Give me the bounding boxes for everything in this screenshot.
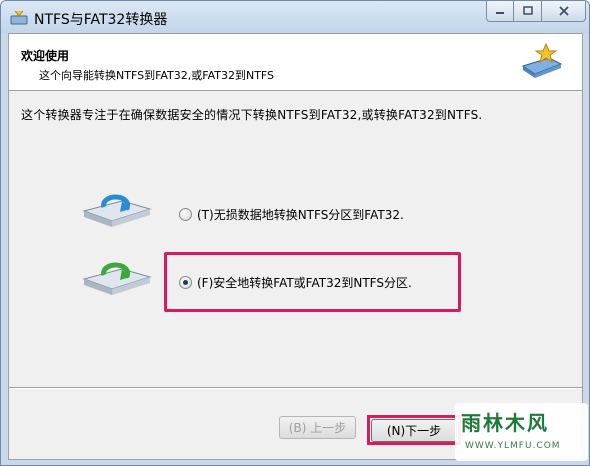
minimize-icon — [496, 12, 504, 14]
close-button[interactable] — [542, 1, 586, 22]
close-icon — [558, 6, 569, 16]
back-button[interactable]: (B) 上一步 — [279, 416, 356, 439]
footer-separator — [9, 387, 582, 389]
maximize-icon — [522, 6, 533, 15]
watermark-text: 雨林木风 — [461, 411, 549, 435]
description-text: 这个转换器专注于在确保数据安全的情况下转换NTFS到FAT32,或转换FAT32… — [21, 108, 483, 122]
minimize-button[interactable] — [486, 1, 514, 22]
option-fat-to-ntfs[interactable]: (F)安全地转换FAT或FAT32到NTFS分区. — [179, 274, 412, 291]
title-bar[interactable]: NTFS与FAT32转换器 — [1, 1, 589, 33]
header-title: 欢迎使用 — [21, 49, 70, 63]
drive-convert-icon-blue — [82, 194, 152, 227]
maximize-button[interactable] — [514, 1, 542, 22]
watermark-url: WWW.YLMFU.COM — [465, 441, 561, 451]
next-button[interactable]: (N)下一步 — [371, 419, 457, 442]
option-label: (F)安全地转换FAT或FAT32到NTFS分区. — [197, 276, 412, 290]
drive-convert-icon-green — [82, 262, 152, 295]
radio-ntfs-to-fat32[interactable] — [179, 208, 192, 221]
window-controls — [486, 1, 586, 22]
header-subtitle: 这个向导能转换NTFS到FAT32,或FAT32到NTFS — [39, 69, 275, 82]
option-ntfs-to-fat32[interactable]: (T)无损数据地转换NTFS分区到FAT32. — [179, 206, 404, 223]
window-title: NTFS与FAT32转换器 — [34, 12, 168, 28]
watermark: 雨林木风 WWW.YLMFU.COM — [455, 403, 588, 461]
wizard-client: 欢迎使用 这个向导能转换NTFS到FAT32,或FAT32到NTFS 这个转换器… — [8, 33, 583, 460]
star-drive-icon — [521, 42, 563, 78]
option-label: (T)无损数据地转换NTFS分区到FAT32. — [197, 208, 404, 222]
converter-window: NTFS与FAT32转换器 欢迎使用 这个向导能转换NTFS到FAT32,或FA… — [0, 0, 590, 466]
app-icon — [10, 10, 28, 25]
wizard-header: 欢迎使用 这个向导能转换NTFS到FAT32,或FAT32到NTFS — [9, 34, 582, 91]
radio-fat-to-ntfs[interactable] — [179, 276, 192, 289]
